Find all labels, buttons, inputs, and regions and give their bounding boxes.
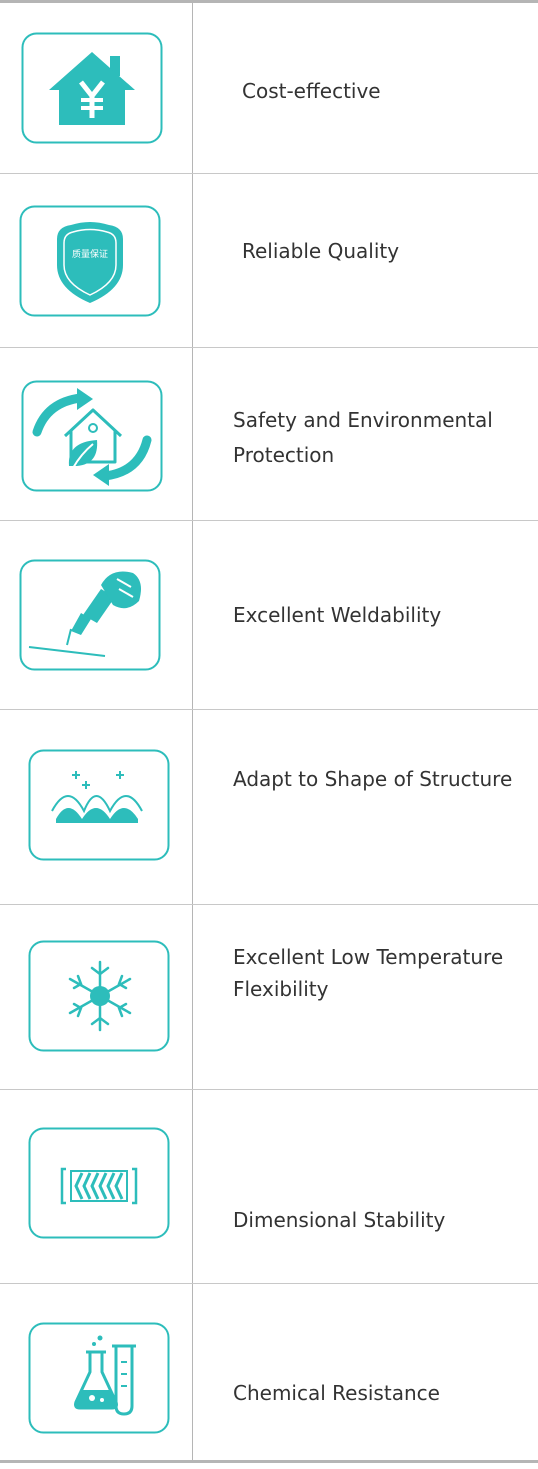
- row-divider: [0, 904, 538, 905]
- table-top-border: [0, 0, 538, 3]
- feature-table: Cost-effective 质量保证 Reliable Quality Saf…: [0, 0, 538, 1469]
- stable-frame-icon: [28, 1127, 170, 1239]
- yen-house-icon: [21, 32, 163, 144]
- feature-label: Chemical Resistance: [233, 1381, 440, 1405]
- row-divider: [0, 347, 538, 348]
- chemical-flask-icon: [28, 1322, 170, 1434]
- feature-label: Dimensional Stability: [233, 1208, 446, 1232]
- shield-badge-text: 质量保证: [71, 250, 108, 260]
- quality-shield-icon: 质量保证: [19, 205, 161, 317]
- row-divider: [0, 1283, 538, 1284]
- feature-label: Excellent Weldability: [233, 603, 442, 627]
- feature-label-line1: Safety and Environmental: [233, 408, 493, 432]
- feature-label-line2: Protection: [233, 443, 335, 467]
- row-divider: [0, 520, 538, 521]
- table-bottom-border: [0, 1460, 538, 1463]
- feature-label: Adapt to Shape of Structure: [233, 767, 513, 791]
- snowflake-icon: [28, 940, 170, 1052]
- row-divider: [0, 709, 538, 710]
- row-divider: [0, 1089, 538, 1090]
- welding-hand-icon: [19, 559, 161, 671]
- feature-label: Reliable Quality: [242, 239, 400, 263]
- feature-label-line1: Excellent Low Temperature: [233, 945, 504, 969]
- adaptive-waves-icon: [28, 749, 170, 861]
- feature-label: Cost-effective: [242, 79, 381, 103]
- column-divider: [192, 0, 193, 1462]
- row-divider: [0, 173, 538, 174]
- feature-label-line2: Flexibility: [233, 977, 329, 1001]
- eco-house-icon: [21, 380, 163, 492]
